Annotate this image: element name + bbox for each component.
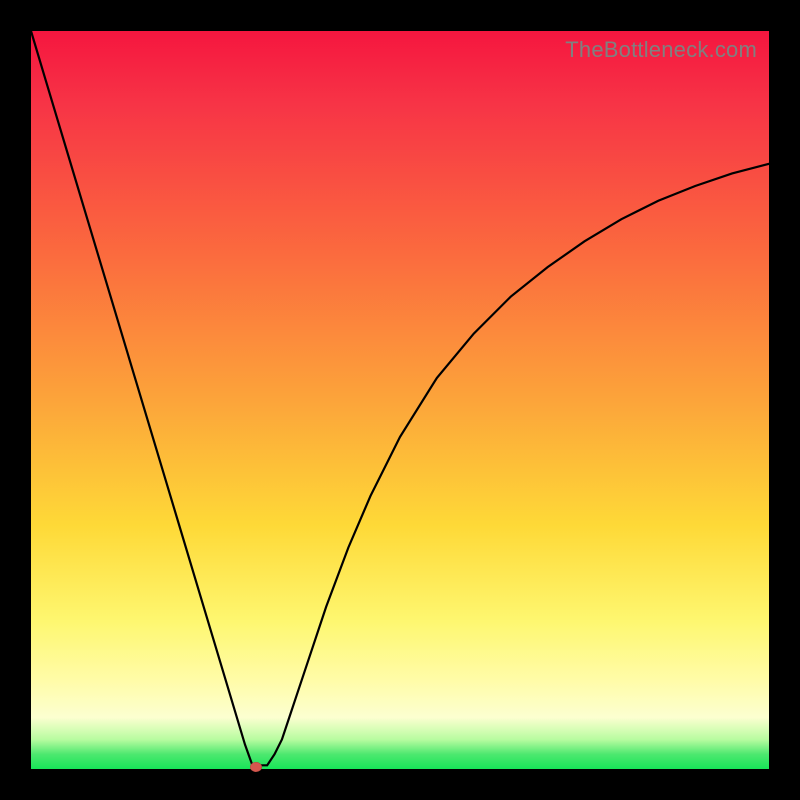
chart-frame: TheBottleneck.com (0, 0, 800, 800)
minimum-marker (250, 762, 262, 772)
plot-area: TheBottleneck.com (31, 31, 769, 769)
bottleneck-curve-path (31, 31, 769, 765)
curve-svg (31, 31, 769, 769)
